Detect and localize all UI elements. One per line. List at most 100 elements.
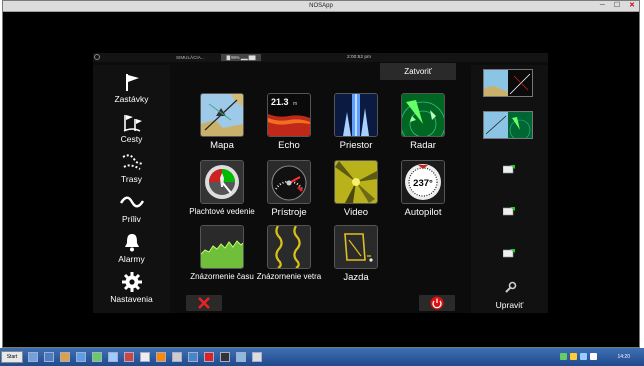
taskbar-app-icon[interactable] bbox=[188, 352, 198, 362]
app-tile-time-plot[interactable]: Znázornenie času bbox=[189, 225, 255, 281]
chart-map-icon bbox=[200, 93, 244, 137]
start-button[interactable]: Start bbox=[1, 351, 23, 363]
app-tile-echo[interactable]: 21.3 m Echo bbox=[256, 93, 322, 151]
app-home-screen: SIMULÁCIA... ▇ 99% ▂▂ ▇▇ 2:00:52 pm Zast… bbox=[93, 53, 548, 313]
app-label: Priestor bbox=[339, 140, 373, 151]
close-icon[interactable]: ✕ bbox=[629, 2, 635, 10]
flag-icon bbox=[125, 74, 139, 91]
edit-label: Upraviť bbox=[495, 300, 524, 310]
add-page-icon bbox=[502, 207, 515, 216]
app-tile-video[interactable]: Video bbox=[323, 160, 389, 218]
structure-scan-icon bbox=[334, 93, 378, 137]
gauge-icon bbox=[267, 160, 311, 204]
app-tile-structure-scan[interactable]: Priestor bbox=[323, 93, 389, 151]
favorite-page-1[interactable] bbox=[483, 69, 533, 97]
power-icon bbox=[430, 296, 444, 310]
taskbar-app-icon[interactable] bbox=[252, 352, 262, 362]
taskbar-app-icon[interactable] bbox=[60, 352, 70, 362]
clock: 2:00:52 pm bbox=[347, 55, 372, 60]
taskbar-app-icon[interactable] bbox=[28, 352, 38, 362]
autopilot-icon: 237° bbox=[401, 160, 445, 204]
video-icon bbox=[334, 160, 378, 204]
app-label: Autopilot bbox=[404, 207, 442, 218]
nav-item-routes[interactable]: Cesty bbox=[93, 111, 170, 151]
taskbar-app-icon[interactable] bbox=[44, 352, 54, 362]
empty-favorite-slot[interactable] bbox=[502, 203, 515, 216]
maximize-icon[interactable]: ☐ bbox=[614, 2, 620, 10]
taskbar-app-icon[interactable] bbox=[236, 352, 246, 362]
taskbar-app-icon[interactable] bbox=[92, 352, 102, 362]
nav-item-trails[interactable]: Trasy bbox=[93, 151, 170, 191]
taskbar-app-icon[interactable] bbox=[108, 352, 118, 362]
app-label: Mapa bbox=[210, 140, 234, 151]
app-tile-instruments[interactable]: Prístroje bbox=[256, 160, 322, 218]
trolling-icon bbox=[334, 225, 378, 269]
nav-item-settings[interactable]: Nastavenia bbox=[93, 271, 170, 311]
taskbar-app-icon[interactable] bbox=[140, 352, 150, 362]
os-taskbar: Start 14:20 bbox=[0, 348, 644, 366]
close-button[interactable]: Zatvoriť bbox=[380, 63, 456, 80]
app-label: Radar bbox=[410, 140, 436, 151]
app-tile-radar[interactable]: Radar bbox=[390, 93, 456, 151]
nav-item-alarms[interactable]: Alarmy bbox=[93, 231, 170, 271]
add-page-icon bbox=[502, 165, 515, 174]
taskbar-app-icon[interactable] bbox=[124, 352, 134, 362]
edit-button[interactable]: Upraviť bbox=[471, 281, 548, 310]
app-label: Znázornenie času bbox=[190, 272, 254, 281]
tray-icon[interactable] bbox=[560, 353, 567, 360]
app-label: Jazda bbox=[343, 272, 369, 283]
depth-readout: 21.3 bbox=[271, 97, 289, 107]
taskbar-app-icon[interactable] bbox=[156, 352, 166, 362]
favorites-panel: Upraviť bbox=[471, 65, 548, 313]
echo-sonar-icon: 21.3 m bbox=[267, 93, 311, 137]
status-bar: SIMULÁCIA... ▇ 99% ▂▂ ▇▇ 2:00:52 pm bbox=[93, 53, 548, 62]
gear-icon bbox=[121, 272, 142, 292]
taskbar-app-icon[interactable] bbox=[172, 352, 182, 362]
nav-item-tides[interactable]: Príliv bbox=[93, 191, 170, 231]
tray-clock: 14:20 bbox=[617, 354, 630, 360]
app-tile-chart[interactable]: Mapa bbox=[189, 93, 255, 151]
taskbar-app-icon[interactable] bbox=[204, 352, 214, 362]
add-page-icon bbox=[502, 249, 515, 258]
favorite-page-2[interactable] bbox=[483, 111, 533, 139]
empty-favorite-slot[interactable] bbox=[502, 161, 515, 174]
window-controls: ─ ☐ ✕ bbox=[600, 2, 635, 10]
cancel-button[interactable] bbox=[186, 295, 222, 311]
nav-item-waypoints[interactable]: Zastávky bbox=[93, 71, 170, 111]
nav-label: Alarmy bbox=[118, 254, 145, 264]
tray-icon[interactable] bbox=[590, 353, 597, 360]
nav-label: Nastavenia bbox=[110, 294, 153, 304]
app-tile-sailing[interactable]: Plachtové vedenie bbox=[189, 160, 255, 216]
route-flags-icon bbox=[123, 115, 142, 132]
trail-icon bbox=[122, 154, 142, 170]
split-chart-radar-icon bbox=[484, 112, 532, 138]
wind-plot-icon bbox=[267, 225, 311, 269]
tray-icon[interactable] bbox=[570, 353, 577, 360]
app-label: Video bbox=[343, 207, 369, 218]
bell-icon bbox=[124, 234, 139, 252]
app-tile-autopilot[interactable]: 237° Autopilot bbox=[390, 160, 456, 218]
depth-unit: m bbox=[293, 101, 297, 107]
sailing-icon bbox=[200, 160, 244, 204]
app-label: Echo bbox=[278, 140, 300, 151]
empty-favorite-slot[interactable] bbox=[502, 245, 515, 258]
app-tile-trolling[interactable]: Jazda bbox=[323, 225, 389, 283]
power-button[interactable] bbox=[419, 295, 455, 311]
close-x-icon bbox=[198, 297, 210, 309]
gps-status-icon bbox=[94, 54, 100, 60]
status-badge: ▇ 99% ▂▂ ▇▇ bbox=[221, 54, 261, 61]
split-chart-radar-icon bbox=[484, 70, 532, 96]
nav-label: Zastávky bbox=[114, 94, 149, 104]
simulation-indicator: SIMULÁCIA... bbox=[176, 55, 205, 60]
taskbar-app-icon[interactable] bbox=[220, 352, 230, 362]
nav-label: Trasy bbox=[121, 174, 142, 184]
minimize-icon[interactable]: ─ bbox=[600, 2, 605, 10]
taskbar-app-icon[interactable] bbox=[76, 352, 86, 362]
left-nav: Zastávky Cesty Trasy Príliv Alarmy Nasta… bbox=[93, 65, 170, 313]
radar-icon bbox=[401, 93, 445, 137]
app-label: Prístroje bbox=[271, 207, 307, 218]
tray-icon[interactable] bbox=[580, 353, 587, 360]
app-tile-wind-plot[interactable]: Znázornenie vetra bbox=[256, 225, 322, 281]
app-label: Plachtové vedenie bbox=[189, 207, 255, 216]
tide-icon bbox=[119, 196, 144, 208]
